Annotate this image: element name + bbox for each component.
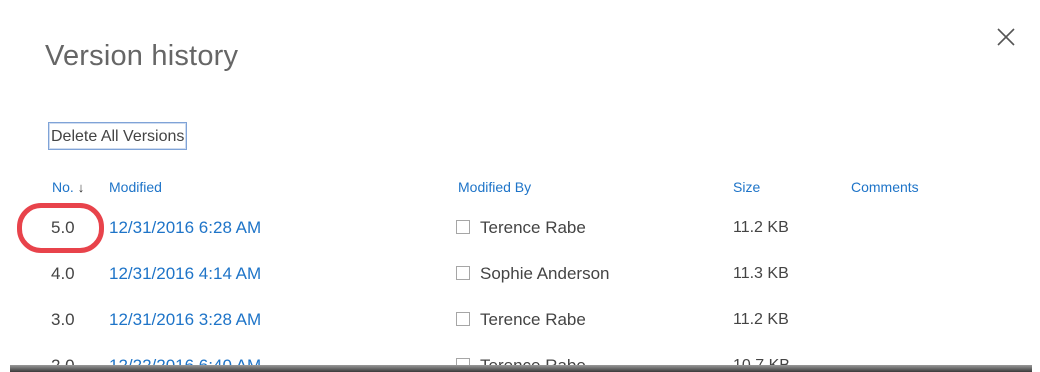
close-icon: [997, 28, 1015, 46]
version-number: 4.0: [51, 264, 75, 283]
modified-by-cell: Terence Rabe: [456, 297, 586, 343]
table-row: 5.0 12/31/2016 6:28 AM Terence Rabe 11.2…: [0, 205, 1040, 251]
version-modified-link[interactable]: 12/31/2016 4:14 AM: [109, 251, 261, 297]
column-header-comments[interactable]: Comments: [851, 179, 919, 195]
version-size: 11.3 KB: [733, 265, 789, 282]
column-header-modified-by[interactable]: Modified By: [458, 179, 531, 195]
row-select-checkbox[interactable]: [456, 220, 470, 234]
modified-by-name: Terence Rabe: [480, 218, 586, 237]
version-modified-link[interactable]: 12/31/2016 6:28 AM: [109, 205, 261, 251]
column-header-size[interactable]: Size: [733, 179, 760, 195]
version-modified-link[interactable]: 12/31/2016 3:28 AM: [109, 297, 261, 343]
row-select-checkbox[interactable]: [456, 266, 470, 280]
modified-by-cell: Sophie Anderson: [456, 251, 610, 297]
version-size: 11.2 KB: [733, 311, 789, 328]
column-header-no-label: No.: [52, 179, 74, 195]
version-history-dialog: Version history Delete All Versions No. ↓…: [0, 0, 1040, 372]
table-row: 4.0 12/31/2016 4:14 AM Sophie Anderson 1…: [0, 251, 1040, 297]
close-button[interactable]: [993, 24, 1019, 50]
version-size: 11.2 KB: [733, 219, 789, 236]
dialog-title: Version history: [45, 40, 239, 72]
column-header-no[interactable]: No. ↓: [52, 179, 84, 195]
modified-by-cell: Terence Rabe: [456, 205, 586, 251]
version-number: 5.0: [51, 218, 75, 237]
column-header-modified[interactable]: Modified: [109, 179, 162, 195]
modified-by-name: Terence Rabe: [480, 310, 586, 329]
table-row: 3.0 12/31/2016 3:28 AM Terence Rabe 11.2…: [0, 297, 1040, 343]
row-select-checkbox[interactable]: [456, 312, 470, 326]
modified-by-name: Sophie Anderson: [480, 264, 610, 283]
version-number: 3.0: [51, 310, 75, 329]
delete-all-versions-button[interactable]: Delete All Versions: [48, 122, 188, 150]
sort-descending-icon: ↓: [77, 180, 85, 195]
dialog-bottom-edge: [10, 365, 1032, 372]
